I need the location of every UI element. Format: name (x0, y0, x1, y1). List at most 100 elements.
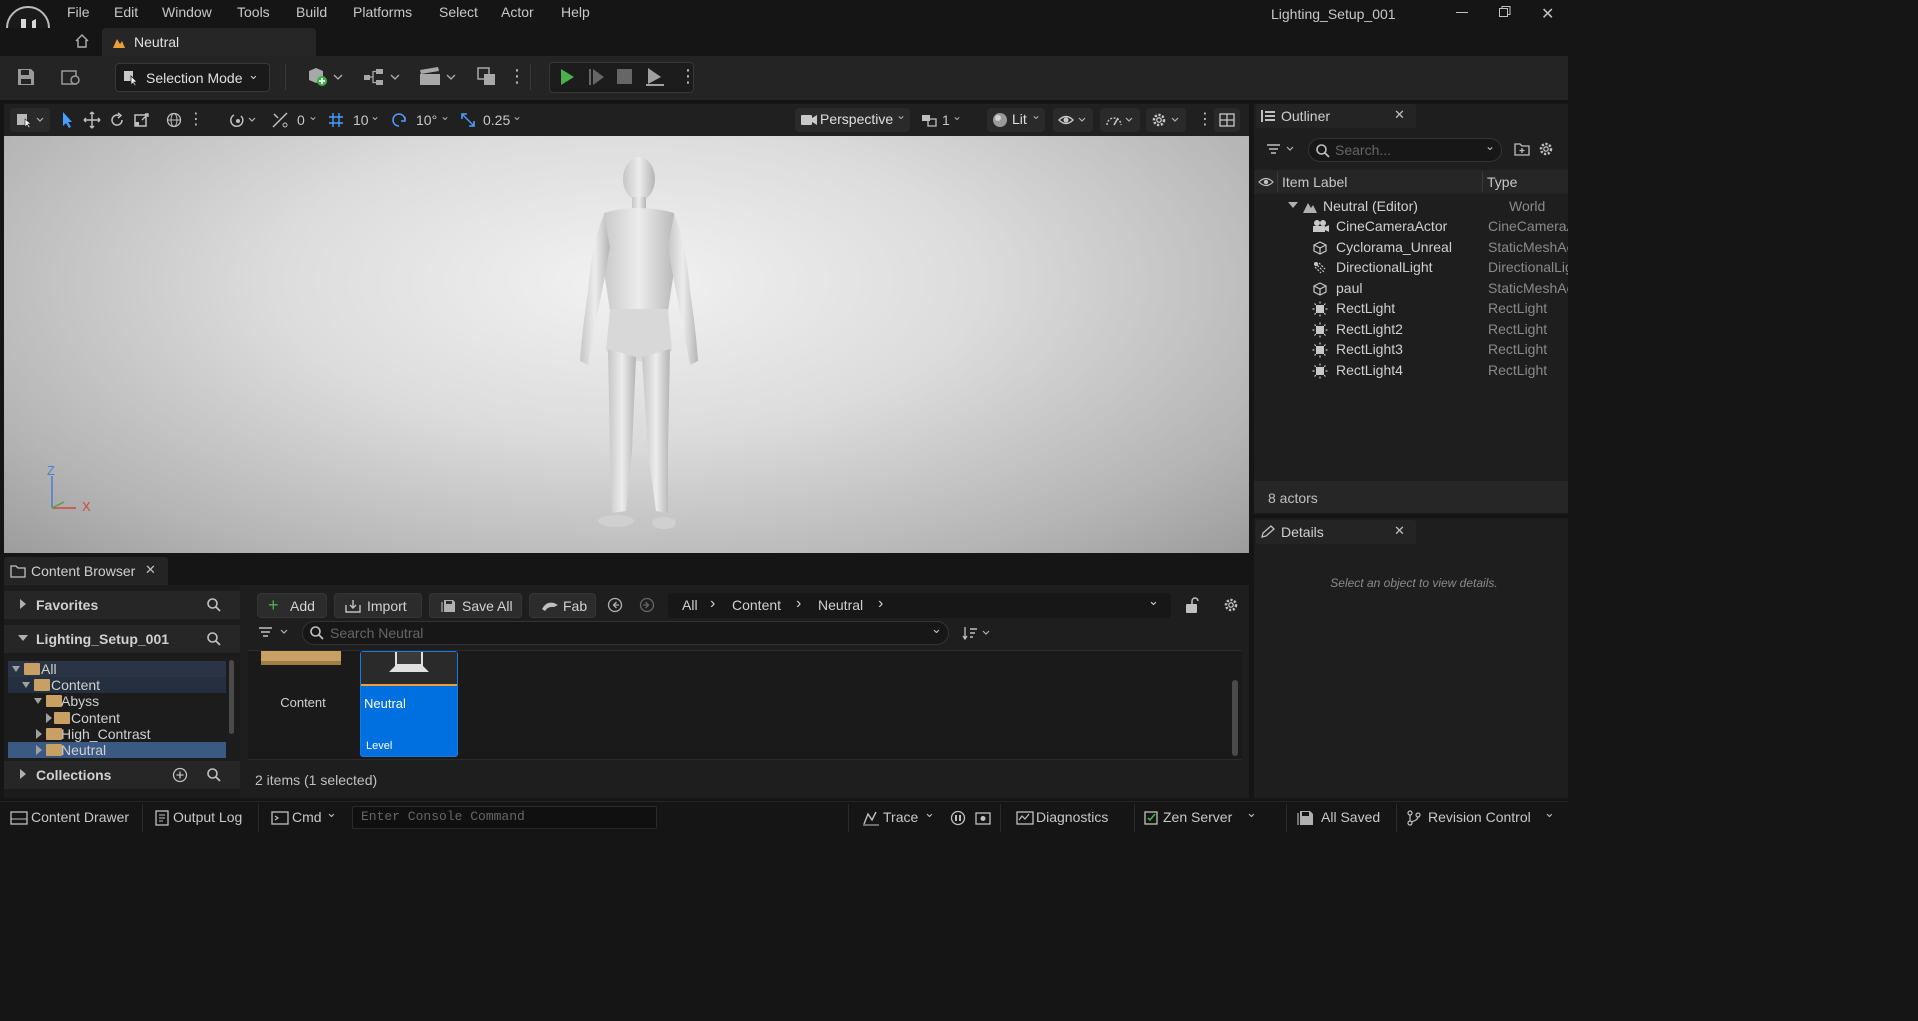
breadcrumb-neutral[interactable]: Neutral (818, 597, 863, 613)
lit-mode-dropdown[interactable]: Lit ⌄ (987, 108, 1045, 132)
back-icon[interactable] (607, 597, 623, 613)
viewport-layout-button[interactable] (1214, 108, 1240, 132)
collapse-arrow-icon[interactable] (34, 698, 42, 704)
perspective-dropdown[interactable]: Perspective ⌄ (795, 108, 910, 132)
angle-snap-icon[interactable] (391, 111, 409, 129)
angle-snap-value[interactable]: 10° (416, 112, 437, 128)
cb-filter-icon[interactable] (258, 626, 292, 640)
menu-build[interactable]: Build (296, 4, 327, 20)
eject-icon[interactable] (645, 67, 665, 87)
tree-item[interactable]: Abyss (8, 693, 226, 709)
camera-speed-value[interactable]: 1 (942, 112, 950, 128)
diagnostics-button[interactable]: Diagnostics (1010, 802, 1130, 834)
tree-item[interactable]: Content (8, 677, 226, 693)
menu-file[interactable]: File (67, 4, 90, 20)
record-icon[interactable] (950, 810, 966, 826)
output-log-button[interactable]: Output Log (146, 802, 256, 834)
expand-arrow-icon[interactable] (46, 713, 52, 723)
forward-icon[interactable] (639, 597, 655, 613)
grid-snap-value[interactable]: 10 (353, 112, 369, 128)
surface-snap-icon[interactable] (229, 111, 259, 129)
tree-item[interactable]: All (8, 661, 226, 677)
breadcrumb-content[interactable]: Content (732, 597, 781, 613)
outliner-row[interactable]: RectLight2 RectLight (1254, 320, 1568, 340)
performance-dropdown[interactable] (1100, 108, 1140, 132)
add-circle-icon[interactable] (172, 767, 188, 783)
menu-platforms[interactable]: Platforms (353, 4, 412, 20)
minimize-icon[interactable] (1456, 12, 1468, 13)
home-icon[interactable] (74, 33, 90, 49)
content-drawer-button[interactable]: Content Drawer (0, 802, 140, 834)
outliner-settings-icon[interactable] (1538, 141, 1554, 157)
import-button[interactable]: Import (334, 593, 422, 618)
search-icon[interactable] (206, 767, 222, 783)
collapse-arrow-icon[interactable] (12, 666, 20, 672)
add-button[interactable]: + Add (257, 593, 327, 618)
grid-snap-icon[interactable] (328, 112, 344, 128)
skip-forward-icon[interactable] (588, 68, 606, 86)
platforms-icon[interactable] (476, 66, 498, 88)
close-icon[interactable]: ✕ (1394, 523, 1405, 539)
close-icon[interactable]: ✕ (1394, 107, 1405, 123)
outliner-row[interactable]: CineCameraActor CineCameraActor (1254, 217, 1568, 237)
browse-level-icon[interactable] (60, 67, 82, 87)
menu-tools[interactable]: Tools (237, 4, 270, 20)
details-tab[interactable]: Details ✕ (1256, 520, 1416, 544)
outliner-search-input[interactable]: Search... ⌄ (1308, 138, 1502, 162)
outliner-row[interactable]: RectLight3 RectLight (1254, 340, 1568, 360)
add-folder-icon[interactable] (1514, 142, 1530, 156)
selection-mode-dropdown[interactable]: Selection Mode ⌄ (115, 63, 270, 92)
expand-arrow-icon[interactable] (36, 745, 42, 755)
scale-snap-value[interactable]: 0.25 (483, 112, 510, 128)
menu-select[interactable]: Select (439, 4, 478, 20)
viewport-settings-dropdown[interactable] (1146, 108, 1186, 132)
lock-icon[interactable] (1184, 596, 1200, 614)
save-icon[interactable] (16, 67, 36, 87)
select-tool-icon[interactable] (60, 111, 76, 129)
console-command-input[interactable]: Enter Console Command (352, 806, 657, 829)
cb-search-input[interactable]: Search Neutral ⌄ (302, 621, 949, 645)
trace-dropdown[interactable]: Trace ⌄ (858, 802, 940, 834)
search-icon[interactable] (206, 631, 222, 647)
menu-actor[interactable]: Actor (501, 4, 534, 20)
rotate-icon[interactable] (108, 111, 126, 129)
menu-help[interactable]: Help (561, 4, 590, 20)
collapse-arrow-icon[interactable] (1288, 202, 1298, 208)
screenshot-icon[interactable] (975, 810, 991, 826)
tree-item[interactable]: Neutral (8, 742, 226, 758)
outliner-row[interactable]: Cyclorama_Unreal StaticMeshActor (1254, 238, 1568, 258)
project-header[interactable]: Lighting_Setup_001 (4, 625, 240, 653)
fab-button[interactable]: Fab (529, 593, 596, 618)
close-window-icon[interactable]: ✕ (1541, 4, 1554, 24)
cb-settings-icon[interactable] (1223, 597, 1239, 613)
rotation-snap-icon[interactable] (271, 111, 289, 129)
tab-neutral[interactable]: Neutral (102, 28, 316, 56)
add-actor-icon[interactable] (306, 66, 344, 88)
menu-edit[interactable]: Edit (114, 4, 138, 20)
cinematics-icon[interactable] (418, 66, 458, 88)
outliner-row[interactable]: DirectionalLight DirectionalLight (1254, 258, 1568, 278)
favorites-header[interactable]: Favorites (4, 591, 240, 619)
scale-snap-icon[interactable] (459, 111, 477, 129)
world-local-icon[interactable] (166, 112, 182, 128)
stop-icon[interactable] (617, 69, 632, 84)
outliner-tab[interactable]: Outliner ✕ (1256, 104, 1416, 128)
expand-arrow-icon[interactable] (36, 729, 42, 739)
restore-icon[interactable] (1499, 6, 1511, 17)
content-browser-tab[interactable]: Content Browser ✕ (4, 557, 168, 585)
tree-scrollbar[interactable] (229, 660, 234, 734)
cmd-dropdown[interactable]: Cmd ⌄ (262, 802, 342, 834)
revision-control-dropdown[interactable]: Revision Control ⌄ (1402, 802, 1564, 834)
asset-scrollbar[interactable] (1232, 680, 1238, 756)
outliner-filter-icon[interactable] (1266, 143, 1298, 157)
path-breadcrumb[interactable]: All › Content › Neutral › ⌄ (668, 593, 1171, 618)
breadcrumb-all[interactable]: All (682, 597, 698, 613)
character-mesh[interactable] (564, 151, 704, 541)
viewport-options-icon[interactable]: ⋮ (188, 109, 204, 129)
asset-tile-neutral[interactable]: Neutral Level (360, 651, 458, 757)
outliner-row[interactable]: RectLight4 RectLight (1254, 361, 1568, 381)
menu-window[interactable]: Window (162, 4, 212, 20)
outliner-row[interactable]: RectLight RectLight (1254, 299, 1568, 319)
play-icon[interactable] (558, 68, 576, 86)
chevron-down-icon[interactable]: ⌄ (1148, 593, 1159, 609)
